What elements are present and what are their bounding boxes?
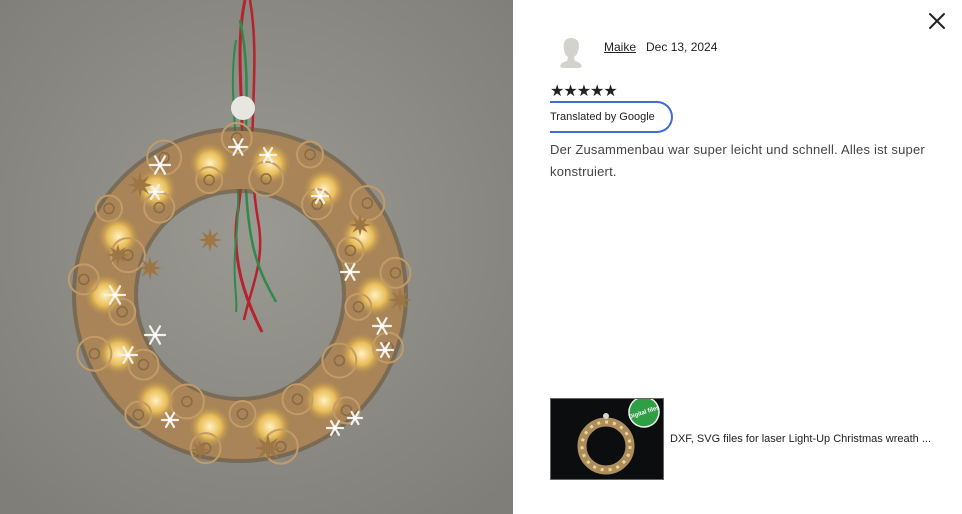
close-button[interactable] — [926, 10, 948, 32]
wreath-photo-graphic — [0, 0, 513, 514]
star-rating: ★★★★★ — [550, 83, 618, 100]
review-date: Dec 13, 2024 — [646, 40, 718, 54]
translate-label: Translated by Google — [550, 111, 655, 123]
user-avatar-icon — [560, 38, 582, 68]
reviewer-avatar — [551, 30, 591, 70]
product-thumbnail-graphic: Digital files — [551, 399, 663, 479]
translated-by-google-button[interactable]: Translated by Google — [550, 101, 673, 133]
product-card[interactable]: Digital files DXF, SVG files for laser L… — [550, 398, 952, 480]
product-thumbnail[interactable]: Digital files — [550, 398, 664, 480]
reviewer-info: Maike Dec 13, 2024 — [604, 40, 717, 54]
review-text: Der Zusammenbau war super leicht und sch… — [550, 142, 925, 179]
review-detail-panel: Maike Dec 13, 2024 ★★★★★ Translated by G… — [513, 0, 962, 514]
product-title-link[interactable]: DXF, SVG files for laser Light-Up Christ… — [670, 433, 952, 445]
review-photo[interactable] — [0, 0, 513, 514]
close-icon — [929, 13, 945, 29]
reviewer-name-link[interactable]: Maike — [604, 40, 636, 54]
